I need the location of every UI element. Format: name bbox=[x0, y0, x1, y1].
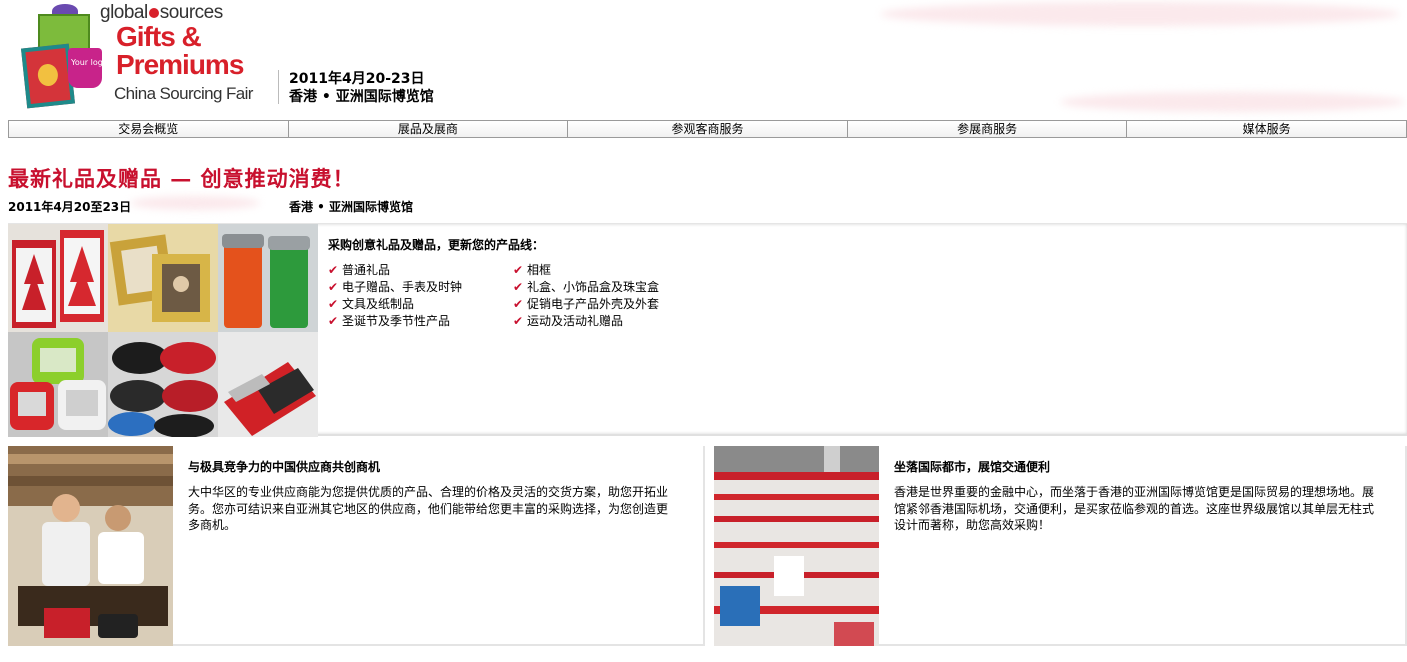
christmas-boxes-image bbox=[8, 224, 108, 332]
product-list-col2: ✔ 相框 ✔ 礼盒、小饰品盒及珠宝盒 ✔ 促销电子产品外壳及外套 ✔ 运动及活动礼赠品 bbox=[513, 262, 659, 330]
list-item[interactable]: ✔ 圣诞节及季节性产品 bbox=[328, 313, 462, 330]
product-category: 圣诞节及季节性产品 bbox=[342, 314, 451, 328]
list-item[interactable]: ✔ 普通礼品 bbox=[328, 262, 462, 279]
card-title: 与极具竞争力的中国供应商共创商机 bbox=[188, 460, 381, 474]
wordmark-global: global bbox=[100, 2, 148, 23]
venue-card: 坐落国际都市，展馆交通便利 香港是世界重要的金融中心，而坐落于香港的亚洲国际博览… bbox=[714, 446, 1407, 646]
product-category: 运动及活动礼赠品 bbox=[527, 314, 624, 328]
decorative-swoosh bbox=[130, 196, 260, 210]
main-nav: 交易会概览 展品及展商 参观客商服务 参展商服务 媒体服务 bbox=[8, 120, 1407, 138]
product-category: 电子赠品、手表及时钟 bbox=[342, 280, 463, 294]
checkmark-icon: ✔ bbox=[328, 297, 339, 311]
gold-frame-image bbox=[108, 224, 218, 332]
checkmark-icon: ✔ bbox=[513, 280, 524, 294]
product-category: 文具及纸制品 bbox=[342, 297, 415, 311]
nav-item-exhibitor-services[interactable]: 参展商服务 bbox=[846, 120, 1127, 138]
nav-item-visitor-services[interactable]: 参观客商服务 bbox=[567, 120, 847, 138]
product-photo-mosaic bbox=[8, 224, 318, 437]
card-body-line: 香港是世界重要的金融中心，而坐落于香港的亚洲国际博览馆更是国际贸易的理想场地。展 bbox=[894, 485, 1375, 499]
wordmark-sources: sources bbox=[159, 2, 224, 23]
product-category: 礼盒、小饰品盒及珠宝盒 bbox=[527, 280, 660, 294]
card-body-line: 多商机。 bbox=[188, 518, 237, 532]
product-panel: 采购创意礼品及赠品，更新您的产品线： ✔ 普通礼品 ✔ 电子赠品、手表及时钟 ✔ 文具… bbox=[8, 223, 1407, 437]
header-event-date: 2011年4月20-23日 bbox=[289, 71, 425, 87]
card-body: 香港是世界重要的金融中心，而坐落于香港的亚洲国际博览馆更是国际贸易的理想场地。展… bbox=[894, 484, 1394, 534]
list-item[interactable]: ✔ 促销电子产品外壳及外套 bbox=[513, 296, 659, 313]
list-item[interactable]: ✔ 运动及活动礼赠品 bbox=[513, 313, 659, 330]
checkmark-icon: ✔ bbox=[328, 314, 339, 328]
digital-clocks-image bbox=[8, 332, 108, 437]
page-header: Your logo global sources Gifts & Premiums… bbox=[0, 0, 1407, 118]
logo-title-line1: Gifts & bbox=[116, 21, 202, 52]
card-body-line: 大中华区的专业供应商能为您提供优质的产品、合理的价格及灵活的交货方案，助您开拓业 bbox=[188, 485, 669, 499]
page-headline: 最新礼品及赠品 — 创意推动消费！ bbox=[8, 166, 355, 191]
list-item[interactable]: ✔ 礼盒、小饰品盒及珠宝盒 bbox=[513, 279, 659, 296]
product-category: 普通礼品 bbox=[342, 263, 391, 277]
suppliers-card: 与极具竞争力的中国供应商共创商机 大中华区的专业供应商能为您提供优质的产品、合理… bbox=[8, 446, 705, 646]
checkmark-icon: ✔ bbox=[513, 297, 524, 311]
caps-image bbox=[108, 332, 218, 437]
photo-frame-icon bbox=[20, 43, 76, 109]
globe-dot-icon bbox=[148, 7, 159, 18]
card-body-line: 馆紧邻香港国际机场，交通便利，是买家莅临参观的首选。这座世界级展馆以其单层无柱式 bbox=[894, 501, 1375, 516]
card-body: 大中华区的专业供应商能为您提供优质的产品、合理的价格及灵活的交货方案，助您开拓业… bbox=[188, 484, 693, 534]
checkmark-icon: ✔ bbox=[513, 263, 524, 277]
header-divider bbox=[278, 70, 279, 104]
travel-mugs-image bbox=[218, 224, 318, 332]
logo-title-line2: Premiums bbox=[116, 49, 244, 80]
gifts-premiums-logo[interactable]: Your logo global sources Gifts & Premiums… bbox=[16, 2, 266, 110]
nav-item-exhibits[interactable]: 展品及展商 bbox=[287, 120, 568, 138]
buyers-meeting-image bbox=[8, 446, 173, 646]
products-heading: 采购创意礼品及赠品，更新您的产品线： bbox=[328, 238, 545, 252]
checkmark-icon: ✔ bbox=[513, 314, 524, 328]
fair-venue: 香港 • 亚洲国际博览馆 bbox=[289, 200, 414, 214]
mug-icon bbox=[68, 48, 102, 88]
product-category: 相框 bbox=[527, 263, 552, 277]
list-item[interactable]: ✔ 相框 bbox=[513, 262, 659, 279]
nav-item-overview[interactable]: 交易会概览 bbox=[8, 120, 288, 138]
product-category: 促销电子产品外壳及外套 bbox=[527, 297, 660, 311]
fair-date: 2011年4月20至23日 bbox=[8, 200, 132, 214]
logo-subtitle: China Sourcing Fair bbox=[114, 84, 253, 103]
product-list-col1: ✔ 普通礼品 ✔ 电子赠品、手表及时钟 ✔ 文具及纸制品 ✔ 圣诞节及季节性产品 bbox=[328, 262, 462, 330]
header-event-venue: 香港 • 亚洲国际博览馆 bbox=[289, 89, 434, 105]
card-body-line: 设计而著称，助您高效采购！ bbox=[894, 518, 1051, 532]
list-item[interactable]: ✔ 电子赠品、手表及时钟 bbox=[328, 279, 462, 296]
checkmark-icon: ✔ bbox=[328, 280, 339, 294]
list-item[interactable]: ✔ 文具及纸制品 bbox=[328, 296, 462, 313]
nav-item-media-services[interactable]: 媒体服务 bbox=[1126, 120, 1407, 138]
checkmark-icon: ✔ bbox=[328, 263, 339, 277]
card-body-line: 务。您亦可结识来自亚洲其它地区的供应商，他们能带给您更丰富的采购选择，为您创造更 bbox=[188, 501, 669, 516]
card-title: 坐落国际都市，展馆交通便利 bbox=[894, 460, 1051, 474]
exhibition-hall-image bbox=[714, 446, 879, 646]
mug-logo-text: Your logo bbox=[71, 58, 108, 67]
notebook-image bbox=[218, 332, 318, 437]
